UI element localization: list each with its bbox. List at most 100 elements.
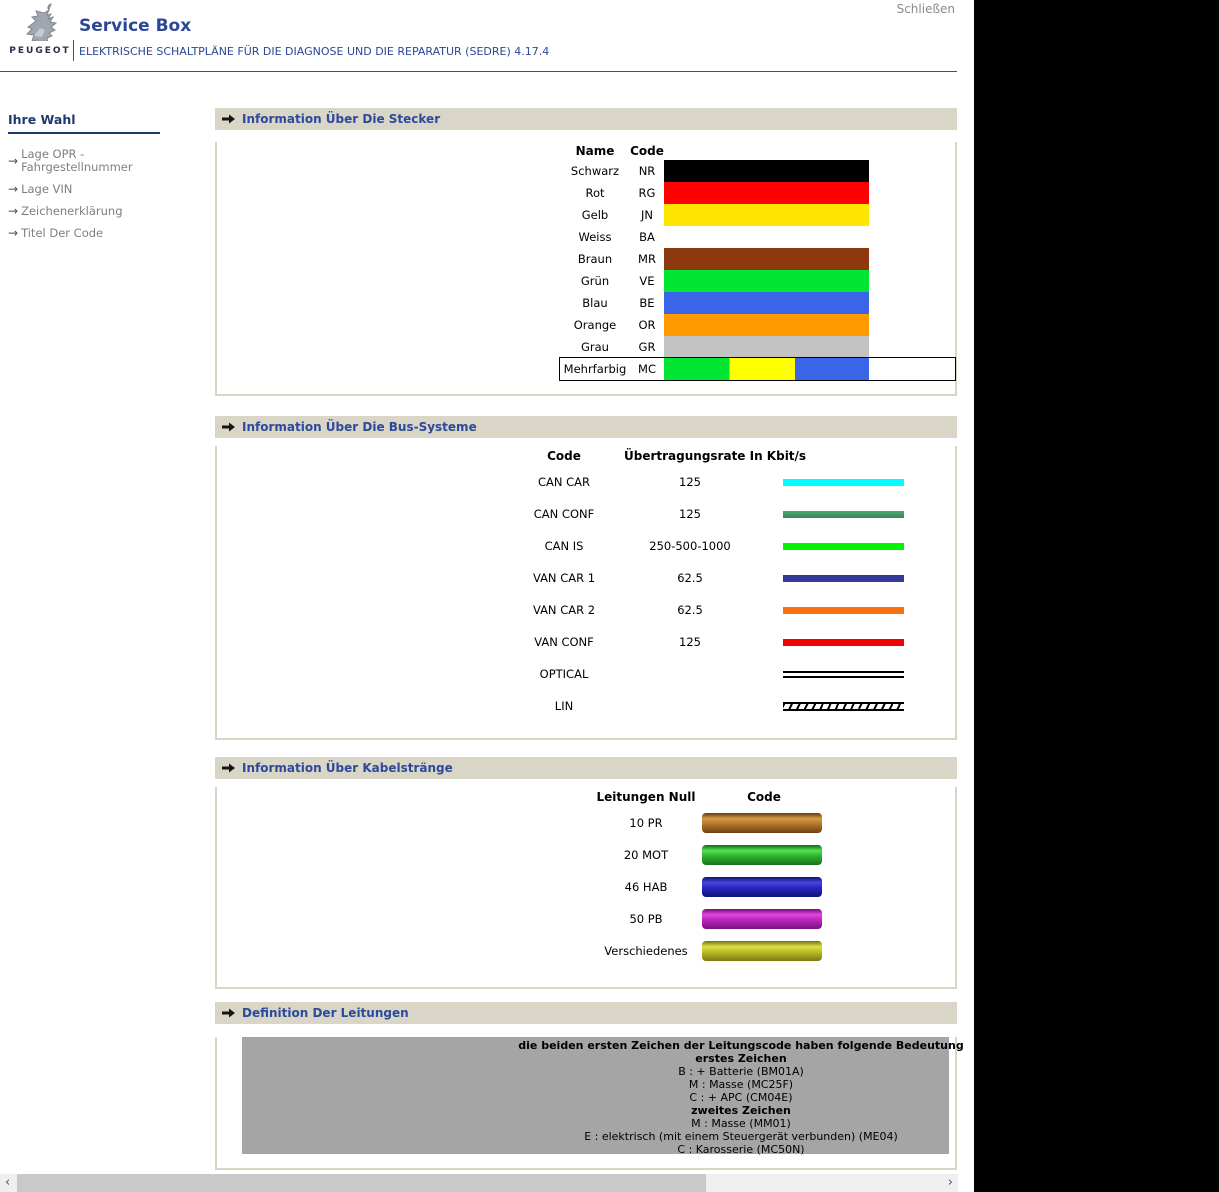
sidebar-item[interactable]: → Lage VIN (8, 182, 215, 196)
column-header-code: Code (630, 144, 664, 158)
bus-code: CAN IS (504, 539, 624, 553)
bus-code: LIN (504, 699, 624, 713)
scrollbar-thumb[interactable] (17, 1174, 706, 1192)
definition-line: E : elektrisch (mit einem Steuergerät ve… (508, 1130, 974, 1143)
harness-label: 10 PR (590, 816, 702, 830)
table-row: LIN (504, 690, 955, 722)
nav-arrow-icon: → (8, 226, 18, 240)
section-title: Information Über Kabelstränge (242, 761, 453, 775)
app-header: PEUGEOT Service Box ELEKTRISCHE SCHALTPL… (0, 0, 974, 72)
peugeot-lion-icon (14, 3, 66, 41)
harness-cable-swatch (702, 845, 822, 865)
table-row: VAN CAR 1 62.5 (504, 562, 955, 594)
sidebar: Ihre Wahl → Lage OPR - Fahrgestellnummer… (0, 72, 215, 1170)
bus-code: VAN CONF (504, 635, 624, 649)
color-name: Schwarz (560, 164, 630, 178)
section-title: Definition Der Leitungen (242, 1006, 409, 1020)
color-name: Grau (560, 340, 630, 354)
color-name: Grün (560, 274, 630, 288)
bus-system-table: Code Übertragungsrate In Kbit/s CAN CAR … (504, 446, 955, 738)
sidebar-item[interactable]: → Titel Der Code (8, 226, 215, 240)
table-row: VAN CONF 125 (504, 626, 955, 658)
bus-code: VAN CAR 2 (504, 603, 624, 617)
definition-line: erstes Zeichen (508, 1052, 974, 1065)
color-code: OR (630, 318, 664, 332)
color-swatch (664, 270, 869, 292)
bus-code: OPTICAL (504, 667, 624, 681)
color-code: VE (630, 274, 664, 288)
column-header-name: Name (560, 144, 630, 158)
section-arrow-icon (222, 422, 235, 432)
sidebar-item-label: Lage OPR - Fahrgestellnummer (21, 148, 146, 174)
definition-line: C : + APC (CM04E) (508, 1091, 974, 1104)
section-kabel: Information Über Kabelstränge Leitungen … (215, 757, 957, 989)
color-swatch (664, 160, 869, 182)
sidebar-item-label: Titel Der Code (21, 227, 103, 240)
bus-line-swatch (783, 639, 904, 646)
color-swatch (664, 292, 869, 314)
nav-arrow-icon: → (8, 154, 18, 168)
definition-line: zweites Zeichen (508, 1104, 974, 1117)
sidebar-item-label: Zeichenerklärung (21, 205, 122, 218)
table-row: OPTICAL (504, 658, 955, 690)
bus-line-swatch (783, 511, 904, 518)
section-title: Information Über Die Bus-Systeme (242, 420, 477, 434)
bus-rate: 62.5 (624, 603, 756, 617)
section-bus: Information Über Die Bus-Systeme Code Üb… (215, 416, 957, 740)
harness-cable-swatch (702, 813, 822, 833)
color-code: MC (630, 362, 664, 376)
harness-label: 50 PB (590, 912, 702, 926)
column-header-leitungen: Leitungen Null (590, 790, 702, 804)
definition-line: B : + Batterie (BM01A) (508, 1065, 974, 1078)
color-name: Gelb (560, 208, 630, 222)
table-row: 20 MOT (590, 839, 955, 871)
color-swatch (664, 204, 869, 226)
service-box-page: Schließen PEUGEOT Service Box ELEKTRISCH… (0, 0, 974, 1192)
section-definition-header: Definition Der Leitungen (215, 1002, 957, 1024)
horizontal-scrollbar[interactable]: ‹ › (0, 1174, 958, 1192)
color-swatch (664, 226, 869, 248)
bus-rate: 250-500-1000 (624, 539, 756, 553)
color-code: GR (630, 340, 664, 354)
column-header-code: Code (504, 449, 624, 463)
scroll-right-arrow-icon[interactable]: › (948, 1175, 953, 1190)
definition-text: die beiden ersten Zeichen der Leitungsco… (508, 1039, 974, 1156)
bus-code: CAN CAR (504, 475, 624, 489)
sidebar-title: Ihre Wahl (8, 112, 160, 134)
sidebar-nav: → Lage OPR - Fahrgestellnummer → Lage VI… (8, 148, 215, 240)
content-area: Information Über Die Stecker Name Code S… (215, 72, 957, 1170)
table-row: Verschiedenes (590, 935, 955, 967)
sidebar-item[interactable]: → Zeichenerklärung (8, 204, 215, 218)
color-code: MR (630, 252, 664, 266)
section-definition: Definition Der Leitungen die beiden erst… (215, 1002, 957, 1170)
app-subtitle: ELEKTRISCHE SCHALTPLÄNE FÜR DIE DIAGNOSE… (79, 45, 549, 58)
harness-cable-swatch (702, 941, 822, 961)
table-row: CAN CAR 125 (504, 466, 955, 498)
table-row: 50 PB (590, 903, 955, 935)
section-arrow-icon (222, 763, 235, 773)
connector-color-table: Name Code Schwarz NR (560, 142, 955, 394)
color-code: JN (630, 208, 664, 222)
harness-cable-swatch (702, 877, 822, 897)
bus-line-swatch (783, 671, 904, 678)
section-stecker-header: Information Über Die Stecker (215, 108, 957, 130)
table-row: 10 PR (590, 807, 955, 839)
column-header-code: Code (702, 790, 826, 804)
table-row: Weiss BA (560, 226, 955, 248)
app-title: Service Box (79, 16, 191, 36)
color-name: Rot (560, 186, 630, 200)
scroll-left-arrow-icon[interactable]: ‹ (5, 1175, 10, 1190)
table-row: Mehrfarbig MC (560, 358, 955, 380)
section-kabel-body: Leitungen Null Code 10 PR 20 MOT (215, 787, 957, 989)
bus-rate: 125 (624, 635, 756, 649)
sidebar-item[interactable]: → Lage OPR - Fahrgestellnummer (8, 148, 215, 174)
color-code: NR (630, 164, 664, 178)
nav-arrow-icon: → (8, 204, 18, 218)
definition-line: C : Karosserie (MC50N) (508, 1143, 974, 1156)
definition-line: M : Masse (MM01) (508, 1117, 974, 1130)
sidebar-item-label: Lage VIN (21, 183, 72, 196)
section-definition-body: die beiden ersten Zeichen der Leitungsco… (215, 1037, 957, 1170)
color-code: BA (630, 230, 664, 244)
table-row: CAN CONF 125 (504, 498, 955, 530)
definition-line: die beiden ersten Zeichen der Leitungsco… (508, 1039, 974, 1052)
